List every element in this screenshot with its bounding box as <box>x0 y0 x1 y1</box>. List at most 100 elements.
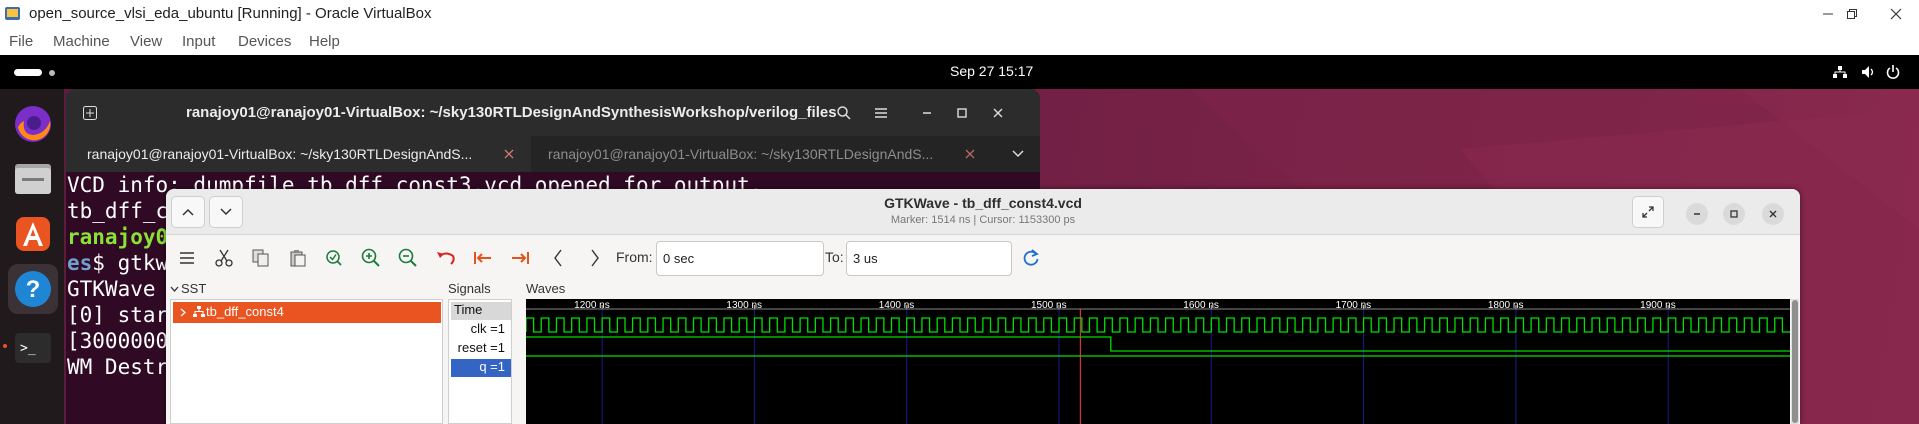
sst-item-tb-dff-const4[interactable]: tb_dff_const4 <box>173 302 441 323</box>
zoom-in-button[interactable] <box>359 246 383 270</box>
clock[interactable]: Sep 27 15:17 <box>950 63 1033 79</box>
dock-appcenter[interactable] <box>8 209 58 259</box>
activities-button[interactable] <box>14 69 42 76</box>
gtk-close-button[interactable] <box>1762 203 1784 225</box>
terminal-close-button[interactable] <box>982 97 1014 129</box>
terminal-tab-1[interactable]: ranajoy01@ranajoy01-VirtualBox: ~/sky130… <box>66 136 531 172</box>
zoom-out-icon <box>398 248 417 267</box>
expand-arrow-icon <box>180 308 186 317</box>
terminal-tab-label: ranajoy01@ranajoy01-VirtualBox: ~/sky130… <box>548 146 934 162</box>
sst-item-label: tb_dff_const4 <box>206 304 284 319</box>
zoom-fit-button[interactable] <box>322 246 346 270</box>
terminal-minimize-button[interactable] <box>911 97 943 129</box>
dock-firefox[interactable] <box>8 99 58 149</box>
hamburger-icon <box>875 108 887 118</box>
menu-devices[interactable]: Devices <box>238 33 291 50</box>
scissors-icon <box>215 249 233 267</box>
undo-icon <box>437 252 455 265</box>
close-button[interactable] <box>1873 0 1919 28</box>
paste-button[interactable] <box>286 246 310 270</box>
chevron-left-icon <box>554 249 562 267</box>
page-right-button[interactable] <box>583 246 607 270</box>
copy-button[interactable] <box>249 246 273 270</box>
signal-row-time[interactable]: Time <box>451 302 511 320</box>
from-time-input[interactable]: 0 sec <box>656 241 824 276</box>
sst-header-label: SST <box>181 281 207 296</box>
new-tab-icon <box>83 106 97 120</box>
zoom-out-button[interactable] <box>396 246 420 270</box>
network-icon[interactable] <box>1832 65 1848 79</box>
signal-row-q[interactable]: q =1 <box>451 359 511 377</box>
waveform-canvas[interactable]: 1200 ns 1300 ns 1400 ns 1500 ns 1600 ns 1700 … <box>525 299 1790 424</box>
signal-row-reset[interactable]: reset =1 <box>451 340 511 358</box>
to-time-input[interactable]: 3 us <box>846 241 1012 276</box>
minimize-icon <box>923 112 931 114</box>
module-icon <box>193 306 205 317</box>
fullscreen-button[interactable] <box>1632 196 1664 228</box>
paste-icon <box>290 250 306 267</box>
gtk-minimize-button[interactable] <box>1686 203 1708 225</box>
minimize-icon <box>1694 213 1700 215</box>
tab-close-icon[interactable] <box>965 149 975 159</box>
fullscreen-icon <box>1642 206 1654 218</box>
gnome-topbar: Sep 27 15:17 <box>0 55 1919 89</box>
reload-button[interactable] <box>1019 246 1043 270</box>
new-tab-button[interactable] <box>74 97 106 129</box>
signal-row-clk[interactable]: clk =1 <box>451 321 511 339</box>
app-center-icon <box>16 217 50 251</box>
tab-close-icon[interactable] <box>504 149 514 159</box>
jump-start-icon <box>474 252 491 264</box>
zoom-to-start-button[interactable] <box>471 246 495 270</box>
dock-help[interactable]: ? <box>8 264 58 314</box>
maximize-icon <box>1730 210 1738 218</box>
terminal-title: ranajoy01@ranajoy01-VirtualBox: ~/sky130… <box>186 104 837 121</box>
help-icon: ? <box>15 271 51 307</box>
close-icon <box>1890 8 1902 20</box>
jump-end-icon <box>512 252 529 264</box>
menu-help[interactable]: Help <box>309 33 340 50</box>
zoom-fit-icon <box>326 250 342 266</box>
page-left-button[interactable] <box>546 246 570 270</box>
marker-cursor-readout: Marker: 1514 ns | Cursor: 1153300 ps <box>890 214 1076 226</box>
sst-header[interactable]: SST <box>170 281 206 296</box>
terminal-maximize-button[interactable] <box>946 97 978 129</box>
dock-terminal[interactable]: >_ <box>8 323 58 373</box>
virtualbox-menubar: File Machine View Input Devices Help <box>0 28 1919 55</box>
maximize-button[interactable] <box>1829 0 1875 28</box>
zoom-to-end-button[interactable] <box>508 246 532 270</box>
restore-icon <box>1847 9 1857 19</box>
scrollbar-thumb[interactable] <box>1792 300 1798 423</box>
reload-icon <box>1023 249 1039 266</box>
files-icon <box>15 164 51 194</box>
terminal-tab-2[interactable]: ranajoy01@ranajoy01-VirtualBox: ~/sky130… <box>532 136 998 172</box>
terminal-tabbar: ranajoy01@ranajoy01-VirtualBox: ~/sky130… <box>66 136 1040 172</box>
search-icon <box>837 106 851 120</box>
menu-machine[interactable]: Machine <box>53 33 110 50</box>
dock-files[interactable] <box>8 154 58 204</box>
cut-button[interactable] <box>212 246 236 270</box>
menu-input[interactable]: Input <box>182 33 215 50</box>
virtualbox-app-icon <box>5 7 20 20</box>
zoom-in-icon <box>361 248 380 267</box>
volume-icon[interactable] <box>1861 65 1877 79</box>
menu-file[interactable]: File <box>9 33 33 50</box>
gtkwave-toolbar: From: 0 sec To: 3 us <box>166 235 1800 279</box>
wave-vertical-scrollbar[interactable] <box>1791 299 1799 424</box>
signals-list: Time clk =1 reset =1 q =1 <box>448 299 512 424</box>
close-icon <box>1769 210 1777 218</box>
waves-header: Waves <box>526 281 566 296</box>
undo-zoom-button[interactable] <box>434 246 458 270</box>
reset-waveform <box>526 336 1790 352</box>
gtk-maximize-button[interactable] <box>1723 203 1745 225</box>
terminal-search-button[interactable] <box>828 97 860 129</box>
firefox-icon <box>15 106 51 142</box>
waveform-viewer[interactable]: 1200 ns 1300 ns 1400 ns 1500 ns 1600 ns 1700 … <box>525 299 1790 424</box>
menu-button[interactable] <box>175 246 199 270</box>
gtkwave-window: GTKWave - tb_dff_const4.vcd Marker: 1514… <box>166 189 1800 424</box>
terminal-prompt-path: es <box>67 251 93 275</box>
terminal-menu-button[interactable] <box>865 97 897 129</box>
menu-view[interactable]: View <box>130 33 162 50</box>
power-icon[interactable] <box>1886 64 1900 80</box>
tabs-overflow-chevron-icon[interactable] <box>1012 149 1024 159</box>
svg-text:>_: >_ <box>20 341 36 356</box>
